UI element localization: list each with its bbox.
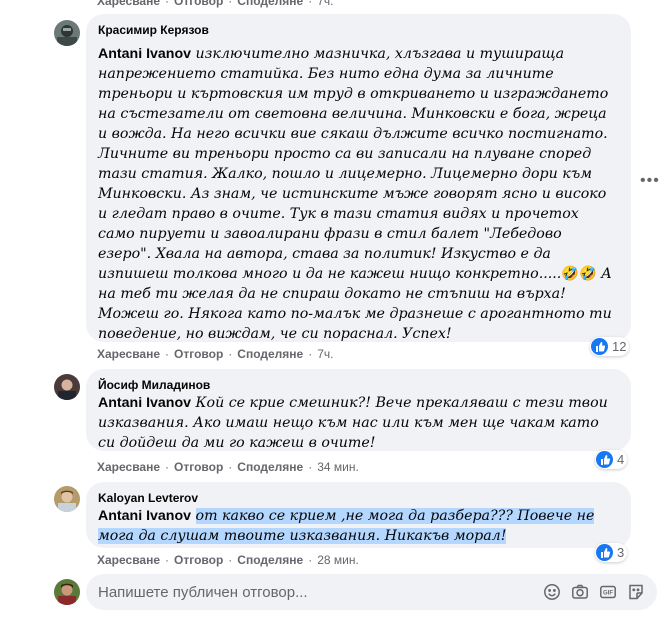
reaction-number: 12 (612, 339, 627, 354)
comment-bubble: Kaloyan Levterov Antani Ivanov от какво … (86, 482, 631, 548)
avatar[interactable] (54, 486, 80, 512)
reply-input[interactable] (98, 583, 535, 601)
like-button[interactable]: Харесване (97, 460, 160, 474)
mentioned-user[interactable]: Antani Ivanov (98, 46, 191, 62)
reaction-number: 4 (617, 452, 625, 467)
comment-actions: Харесване · Отговор · Споделяне · 28 мин. (97, 553, 359, 567)
reaction-count[interactable]: 12 (590, 337, 630, 356)
comment-text: Antani Ivanov изключително мазничка, хлъ… (98, 46, 612, 342)
comment-time[interactable]: 7ч. (317, 0, 333, 8)
current-user-avatar[interactable] (54, 579, 80, 605)
comment-text: Antani Ivanov Кой се крие смешник?! Вече… (98, 395, 608, 451)
reaction-number: 3 (617, 545, 625, 560)
gif-icon[interactable]: GIF (597, 581, 619, 603)
comment-time[interactable]: 28 мин. (317, 553, 359, 567)
comment-actions: Харесване · Отговор · Споделяне · 7ч. (97, 347, 334, 361)
more-options-icon[interactable]: ••• (640, 172, 660, 190)
reaction-count[interactable]: 4 (595, 450, 628, 469)
like-icon (591, 338, 608, 355)
comment-author[interactable]: Kaloyan Levterov (98, 490, 619, 506)
reply-button[interactable]: Отговор (174, 553, 223, 567)
laughing-emoji: 🤣🤣 (561, 266, 597, 282)
avatar[interactable] (54, 20, 80, 46)
reply-button[interactable]: Отговор (174, 0, 223, 8)
share-button[interactable]: Споделяне (237, 0, 303, 8)
comment-bubble: Красимир Керязов Antani Ivanov изключите… (86, 14, 631, 342)
comment-text: Antani Ivanov от какво се крием ,не мога… (98, 506, 619, 546)
reply-composer: GIF (86, 574, 657, 610)
camera-icon[interactable] (569, 581, 591, 603)
comment-author[interactable]: Йосиф Миладинов (98, 377, 619, 393)
reply-button[interactable]: Отговор (174, 460, 223, 474)
share-button[interactable]: Споделяне (237, 460, 303, 474)
like-button[interactable]: Харесване (97, 347, 160, 361)
like-icon (596, 451, 613, 468)
share-button[interactable]: Споделяне (237, 553, 303, 567)
mentioned-user[interactable]: Antani Ivanov (98, 395, 191, 411)
emoji-icon[interactable] (541, 581, 563, 603)
comment-time[interactable]: 7ч. (317, 347, 333, 361)
like-button[interactable]: Харесване (97, 0, 160, 8)
reaction-count[interactable]: 3 (595, 543, 628, 562)
like-button[interactable]: Харесване (97, 553, 160, 567)
previous-comment-actions: Харесване · Отговор · Споделяне · 7ч. (97, 0, 333, 8)
comment-bubble: Йосиф Миладинов Antani Ivanov Кой се кри… (86, 369, 631, 451)
comment-time[interactable]: 34 мин. (317, 460, 359, 474)
share-button[interactable]: Споделяне (237, 347, 303, 361)
reply-button[interactable]: Отговор (174, 347, 223, 361)
like-icon (596, 544, 613, 561)
mentioned-user[interactable]: Antani Ivanov (98, 508, 191, 524)
svg-text:GIF: GIF (603, 591, 613, 597)
sticker-icon[interactable] (625, 581, 647, 603)
avatar[interactable] (54, 374, 80, 400)
comment-actions: Харесване · Отговор · Споделяне · 34 мин. (97, 460, 359, 474)
comment-author[interactable]: Красимир Керязов (98, 22, 619, 38)
